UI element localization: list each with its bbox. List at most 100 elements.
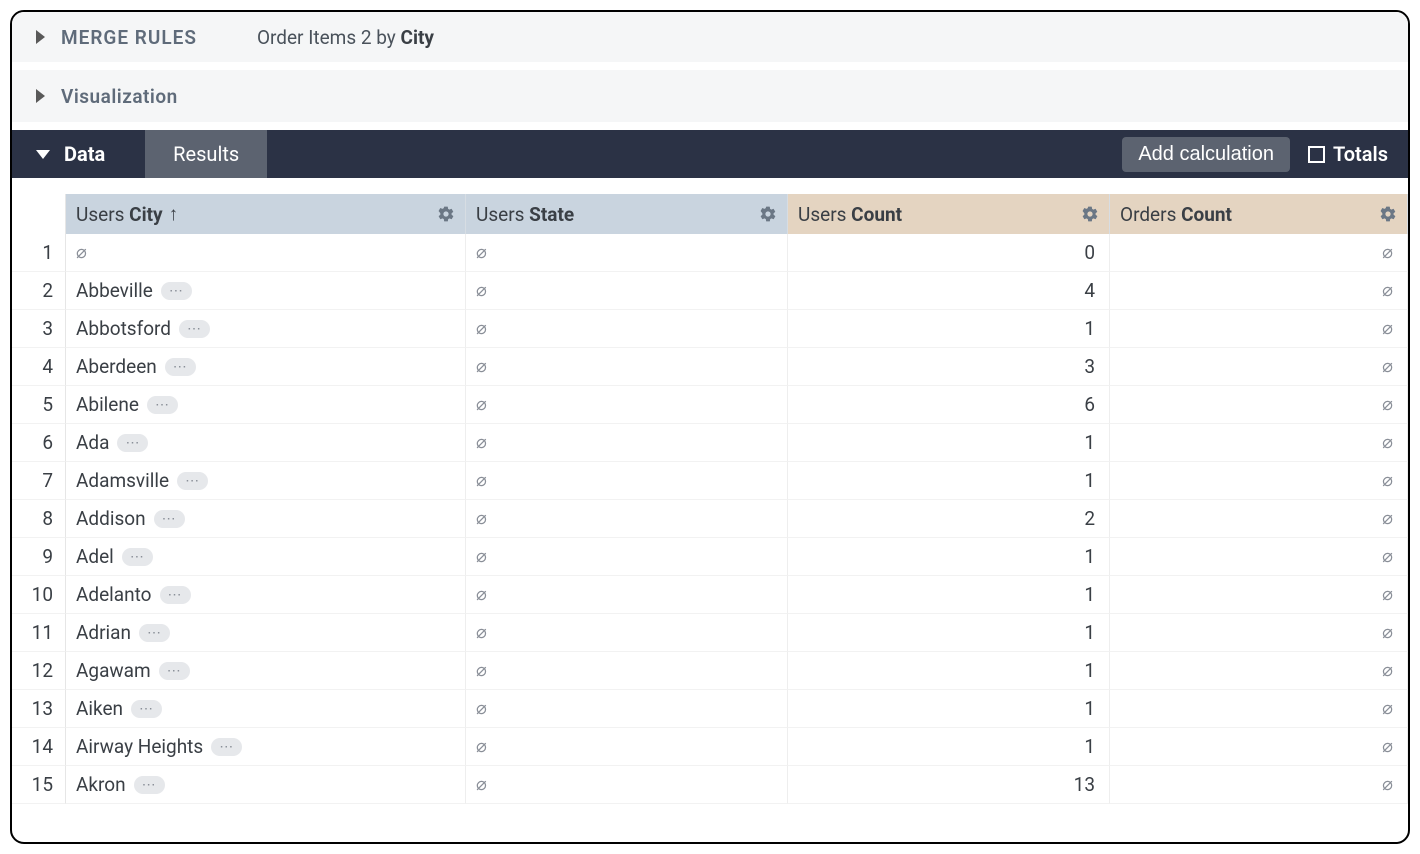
- cell-orders-count[interactable]: ⌀: [1110, 234, 1408, 272]
- cell-orders-count[interactable]: ⌀: [1110, 538, 1408, 576]
- cell-orders-count[interactable]: ⌀: [1110, 728, 1408, 766]
- more-pill[interactable]: ⋯: [160, 586, 191, 604]
- cell-city[interactable]: Agawam⋯: [66, 652, 466, 690]
- cell-orders-count[interactable]: ⌀: [1110, 500, 1408, 538]
- cell-orders-count[interactable]: ⌀: [1110, 386, 1408, 424]
- cell-users-count[interactable]: 1: [788, 310, 1110, 348]
- more-pill[interactable]: ⋯: [131, 700, 162, 718]
- cell-users-count[interactable]: 1: [788, 576, 1110, 614]
- more-pill[interactable]: ⋯: [165, 358, 196, 376]
- cell-state[interactable]: ⌀: [466, 690, 788, 728]
- cell-state[interactable]: ⌀: [466, 728, 788, 766]
- cell-city[interactable]: Adelanto⋯: [66, 576, 466, 614]
- cell-city[interactable]: Adamsville⋯: [66, 462, 466, 500]
- data-tab[interactable]: Data: [64, 142, 145, 166]
- gear-icon[interactable]: [1081, 205, 1099, 223]
- more-pill[interactable]: ⋯: [211, 738, 242, 756]
- cell-state[interactable]: ⌀: [466, 348, 788, 386]
- cell-city[interactable]: Adel⋯: [66, 538, 466, 576]
- cell-city[interactable]: Akron ⋯: [66, 766, 466, 804]
- cell-state[interactable]: ⌀: [466, 310, 788, 348]
- null-icon: ⌀: [1382, 660, 1393, 681]
- cell-state[interactable]: ⌀: [466, 614, 788, 652]
- cell-state[interactable]: ⌀: [466, 652, 788, 690]
- cell-orders-count[interactable]: ⌀: [1110, 614, 1408, 652]
- cell-users-count[interactable]: 1: [788, 614, 1110, 652]
- cell-users-count[interactable]: 3: [788, 348, 1110, 386]
- cell-orders-count[interactable]: ⌀: [1110, 690, 1408, 728]
- header-users-city[interactable]: Users City ↑: [66, 194, 466, 234]
- cell-state[interactable]: ⌀: [466, 500, 788, 538]
- cell-orders-count[interactable]: ⌀: [1110, 766, 1408, 804]
- cell-users-count[interactable]: 1: [788, 728, 1110, 766]
- visualization-section[interactable]: Visualization: [12, 70, 1408, 130]
- more-pill[interactable]: ⋯: [147, 396, 178, 414]
- more-pill[interactable]: ⋯: [179, 320, 210, 338]
- cell-city[interactable]: Airway Heights⋯: [66, 728, 466, 766]
- cell-users-count[interactable]: 1: [788, 652, 1110, 690]
- null-icon: ⌀: [476, 508, 487, 529]
- cell-city[interactable]: ⌀: [66, 234, 466, 272]
- header-users-count[interactable]: Users Count: [788, 194, 1110, 234]
- city-value: Akron: [76, 773, 126, 796]
- more-pill[interactable]: ⋯: [154, 510, 185, 528]
- totals-label: Totals: [1333, 142, 1388, 166]
- cell-users-count[interactable]: 0: [788, 234, 1110, 272]
- cell-state[interactable]: ⌀: [466, 234, 788, 272]
- cell-state[interactable]: ⌀: [466, 576, 788, 614]
- cell-users-count[interactable]: 1: [788, 462, 1110, 500]
- cell-users-count[interactable]: 4: [788, 272, 1110, 310]
- cell-city[interactable]: Abbeville ⋯: [66, 272, 466, 310]
- null-icon: ⌀: [476, 318, 487, 339]
- more-pill[interactable]: ⋯: [117, 434, 148, 452]
- city-value: Abbeville: [76, 279, 153, 302]
- cell-users-count[interactable]: 2: [788, 500, 1110, 538]
- more-pill[interactable]: ⋯: [177, 472, 208, 490]
- cell-city[interactable]: Addison⋯: [66, 500, 466, 538]
- more-pill[interactable]: ⋯: [161, 282, 192, 300]
- gear-icon[interactable]: [759, 205, 777, 223]
- cell-city[interactable]: Ada ⋯: [66, 424, 466, 462]
- more-pill[interactable]: ⋯: [134, 776, 165, 794]
- cell-city[interactable]: Abbotsford⋯: [66, 310, 466, 348]
- header-orders-count[interactable]: Orders Count: [1110, 194, 1408, 234]
- cell-state[interactable]: ⌀: [466, 538, 788, 576]
- null-icon: ⌀: [476, 546, 487, 567]
- city-value: Ada: [76, 431, 109, 454]
- cell-city[interactable]: Aiken⋯: [66, 690, 466, 728]
- cell-state[interactable]: ⌀: [466, 766, 788, 804]
- cell-orders-count[interactable]: ⌀: [1110, 310, 1408, 348]
- add-calculation-button[interactable]: Add calculation: [1122, 137, 1290, 172]
- cell-orders-count[interactable]: ⌀: [1110, 272, 1408, 310]
- cell-users-count[interactable]: 13: [788, 766, 1110, 804]
- merge-rules-section[interactable]: MERGE RULES Order Items 2 by City: [12, 12, 1408, 70]
- cell-city[interactable]: Adrian ⋯: [66, 614, 466, 652]
- cell-orders-count[interactable]: ⌀: [1110, 652, 1408, 690]
- cell-city[interactable]: Abilene⋯: [66, 386, 466, 424]
- gear-icon[interactable]: [1379, 205, 1397, 223]
- more-pill[interactable]: ⋯: [159, 662, 190, 680]
- cell-state[interactable]: ⌀: [466, 424, 788, 462]
- totals-checkbox[interactable]: [1308, 146, 1325, 163]
- cell-users-count[interactable]: 1: [788, 690, 1110, 728]
- cell-orders-count[interactable]: ⌀: [1110, 424, 1408, 462]
- cell-state[interactable]: ⌀: [466, 386, 788, 424]
- null-icon: ⌀: [1382, 508, 1393, 529]
- cell-state[interactable]: ⌀: [466, 462, 788, 500]
- cell-state[interactable]: ⌀: [466, 272, 788, 310]
- chevron-down-icon[interactable]: [36, 150, 50, 159]
- cell-orders-count[interactable]: ⌀: [1110, 462, 1408, 500]
- cell-city[interactable]: Aberdeen⋯: [66, 348, 466, 386]
- cell-users-count[interactable]: 1: [788, 424, 1110, 462]
- cell-orders-count[interactable]: ⌀: [1110, 348, 1408, 386]
- cell-orders-count[interactable]: ⌀: [1110, 576, 1408, 614]
- city-value: Adrian: [76, 621, 131, 644]
- results-tab[interactable]: Results: [145, 130, 267, 178]
- totals-toggle[interactable]: Totals: [1308, 142, 1388, 166]
- more-pill[interactable]: ⋯: [139, 624, 170, 642]
- gear-icon[interactable]: [437, 205, 455, 223]
- more-pill[interactable]: ⋯: [122, 548, 153, 566]
- cell-users-count[interactable]: 6: [788, 386, 1110, 424]
- header-users-state[interactable]: Users State: [466, 194, 788, 234]
- cell-users-count[interactable]: 1: [788, 538, 1110, 576]
